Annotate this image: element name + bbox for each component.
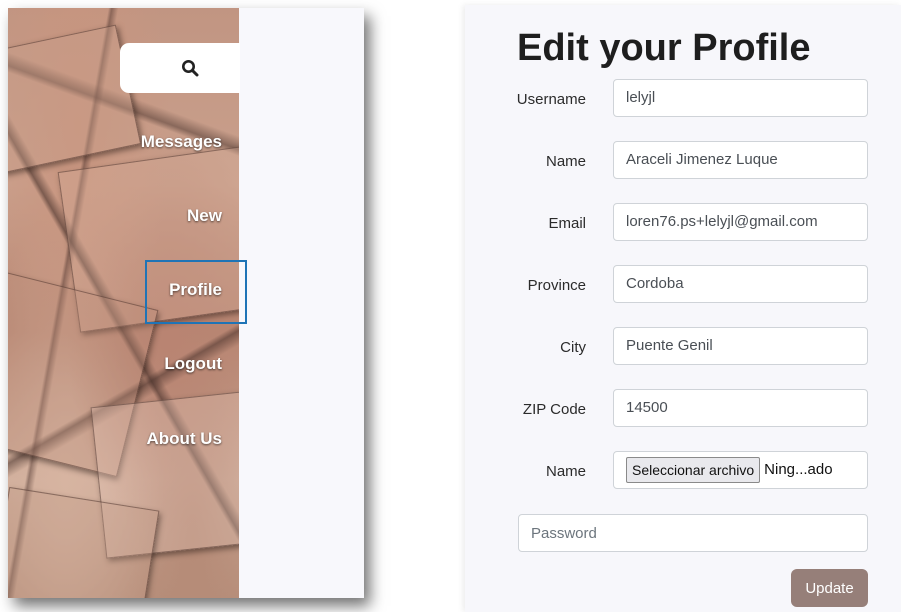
page-title: Edit your Profile: [517, 27, 811, 69]
email-label: Email: [548, 215, 586, 232]
file-status-text: Ning...ado: [764, 461, 833, 478]
name-label: Name: [545, 153, 586, 170]
search-button[interactable]: [120, 43, 240, 93]
zip-code-label: ZIP Code: [522, 401, 586, 418]
name-input[interactable]: Araceli Jimenez Luque: [613, 141, 868, 179]
nav-item-about-us[interactable]: About Us: [102, 429, 222, 449]
email-input[interactable]: loren76.ps+lelyjl@gmail.com: [613, 203, 868, 241]
nav-item-logout[interactable]: Logout: [102, 354, 222, 374]
file-upload-field[interactable]: Seleccionar archivo Ning...ado: [613, 451, 868, 489]
city-input[interactable]: Puente Genil: [613, 327, 868, 365]
choose-file-button[interactable]: Seleccionar archivo: [626, 457, 761, 483]
nav-item-new[interactable]: New: [102, 206, 222, 226]
profile-form-panel: Edit your Profile Username lelyjl Name A…: [465, 5, 901, 612]
search-icon: [182, 60, 199, 77]
city-label: City: [560, 339, 586, 356]
password-input[interactable]: [518, 514, 868, 552]
username-label: Username: [516, 91, 586, 108]
username-input[interactable]: lelyjl: [613, 79, 868, 117]
file-label: Name: [545, 463, 586, 480]
province-input[interactable]: Cordoba: [613, 265, 868, 303]
sidebar-panel: Messages New Profile Logout About Us: [8, 8, 364, 598]
zip-code-input[interactable]: 14500: [613, 389, 868, 427]
province-label: Province: [527, 277, 586, 294]
active-nav-highlight: [145, 260, 247, 324]
update-button[interactable]: Update: [791, 569, 868, 607]
nav-item-messages[interactable]: Messages: [102, 132, 222, 152]
